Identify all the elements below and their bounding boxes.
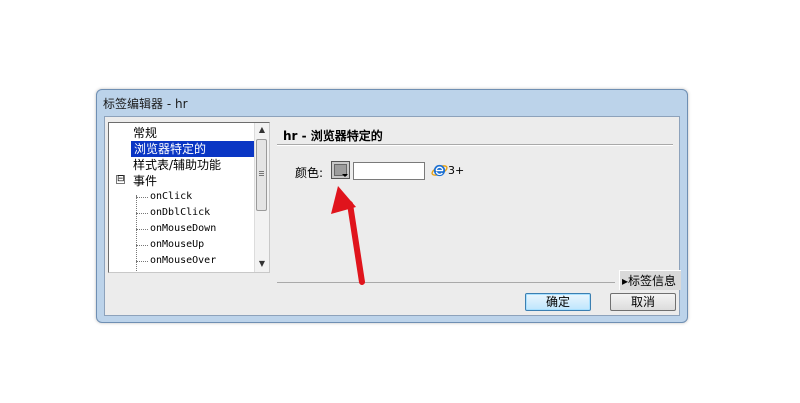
tree-item-onmouseup[interactable]: onMouseUp — [136, 237, 204, 253]
panel-divider — [277, 144, 673, 146]
ie-browser-icon — [431, 164, 448, 177]
tree-item-onmouseover[interactable]: onMouseOver — [136, 253, 216, 269]
tag-editor-dialog: 标签编辑器 - hr 常规 浏览器特定的 样式表/辅助功能 ⊟ 事件 onCli… — [96, 89, 688, 323]
category-tree[interactable]: 常规 浏览器特定的 样式表/辅助功能 ⊟ 事件 onClick onDblCli… — [108, 122, 270, 273]
ie-version-label: 3+ — [448, 164, 465, 177]
color-label: 颜色: — [295, 166, 324, 180]
collapse-icon[interactable]: ⊟ — [116, 175, 125, 184]
scroll-thumb[interactable] — [256, 139, 267, 211]
scroll-down-icon[interactable]: ▼ — [255, 257, 269, 271]
tree-item-events[interactable]: ⊟ 事件 — [109, 173, 209, 189]
cancel-button[interactable]: 取消 — [610, 293, 676, 311]
tree-item-general[interactable]: 常规 — [133, 125, 157, 141]
ok-button[interactable]: 确定 — [525, 293, 591, 311]
tree-item-events-label: 事件 — [133, 174, 158, 188]
tree-item-style-accessibility[interactable]: 样式表/辅助功能 — [133, 157, 221, 173]
window-title: 标签编辑器 - hr — [103, 97, 188, 111]
scroll-up-icon[interactable]: ▲ — [255, 123, 269, 137]
tag-info-toggle[interactable]: ▸标签信息 — [619, 270, 681, 290]
tree-item-browser-specific[interactable]: 浏览器特定的 — [131, 141, 254, 157]
dropdown-arrow-icon — [342, 174, 348, 177]
tree-item-onclick[interactable]: onClick — [136, 189, 192, 205]
panel-title: hr - 浏览器特定的 — [283, 129, 383, 143]
tag-info-label: 标签信息 — [628, 274, 677, 288]
tree-scrollbar[interactable]: ▲ ▼ — [254, 123, 269, 272]
tree-item-onmousedown[interactable]: onMouseDown — [136, 221, 216, 237]
color-picker-button[interactable] — [331, 161, 350, 179]
dialog-client-area: 常规 浏览器特定的 样式表/辅助功能 ⊟ 事件 onClick onDblCli… — [104, 116, 681, 316]
tree-item-ondblclick[interactable]: onDblClick — [136, 205, 210, 221]
bottom-divider — [277, 282, 615, 283]
color-input[interactable] — [353, 162, 425, 180]
